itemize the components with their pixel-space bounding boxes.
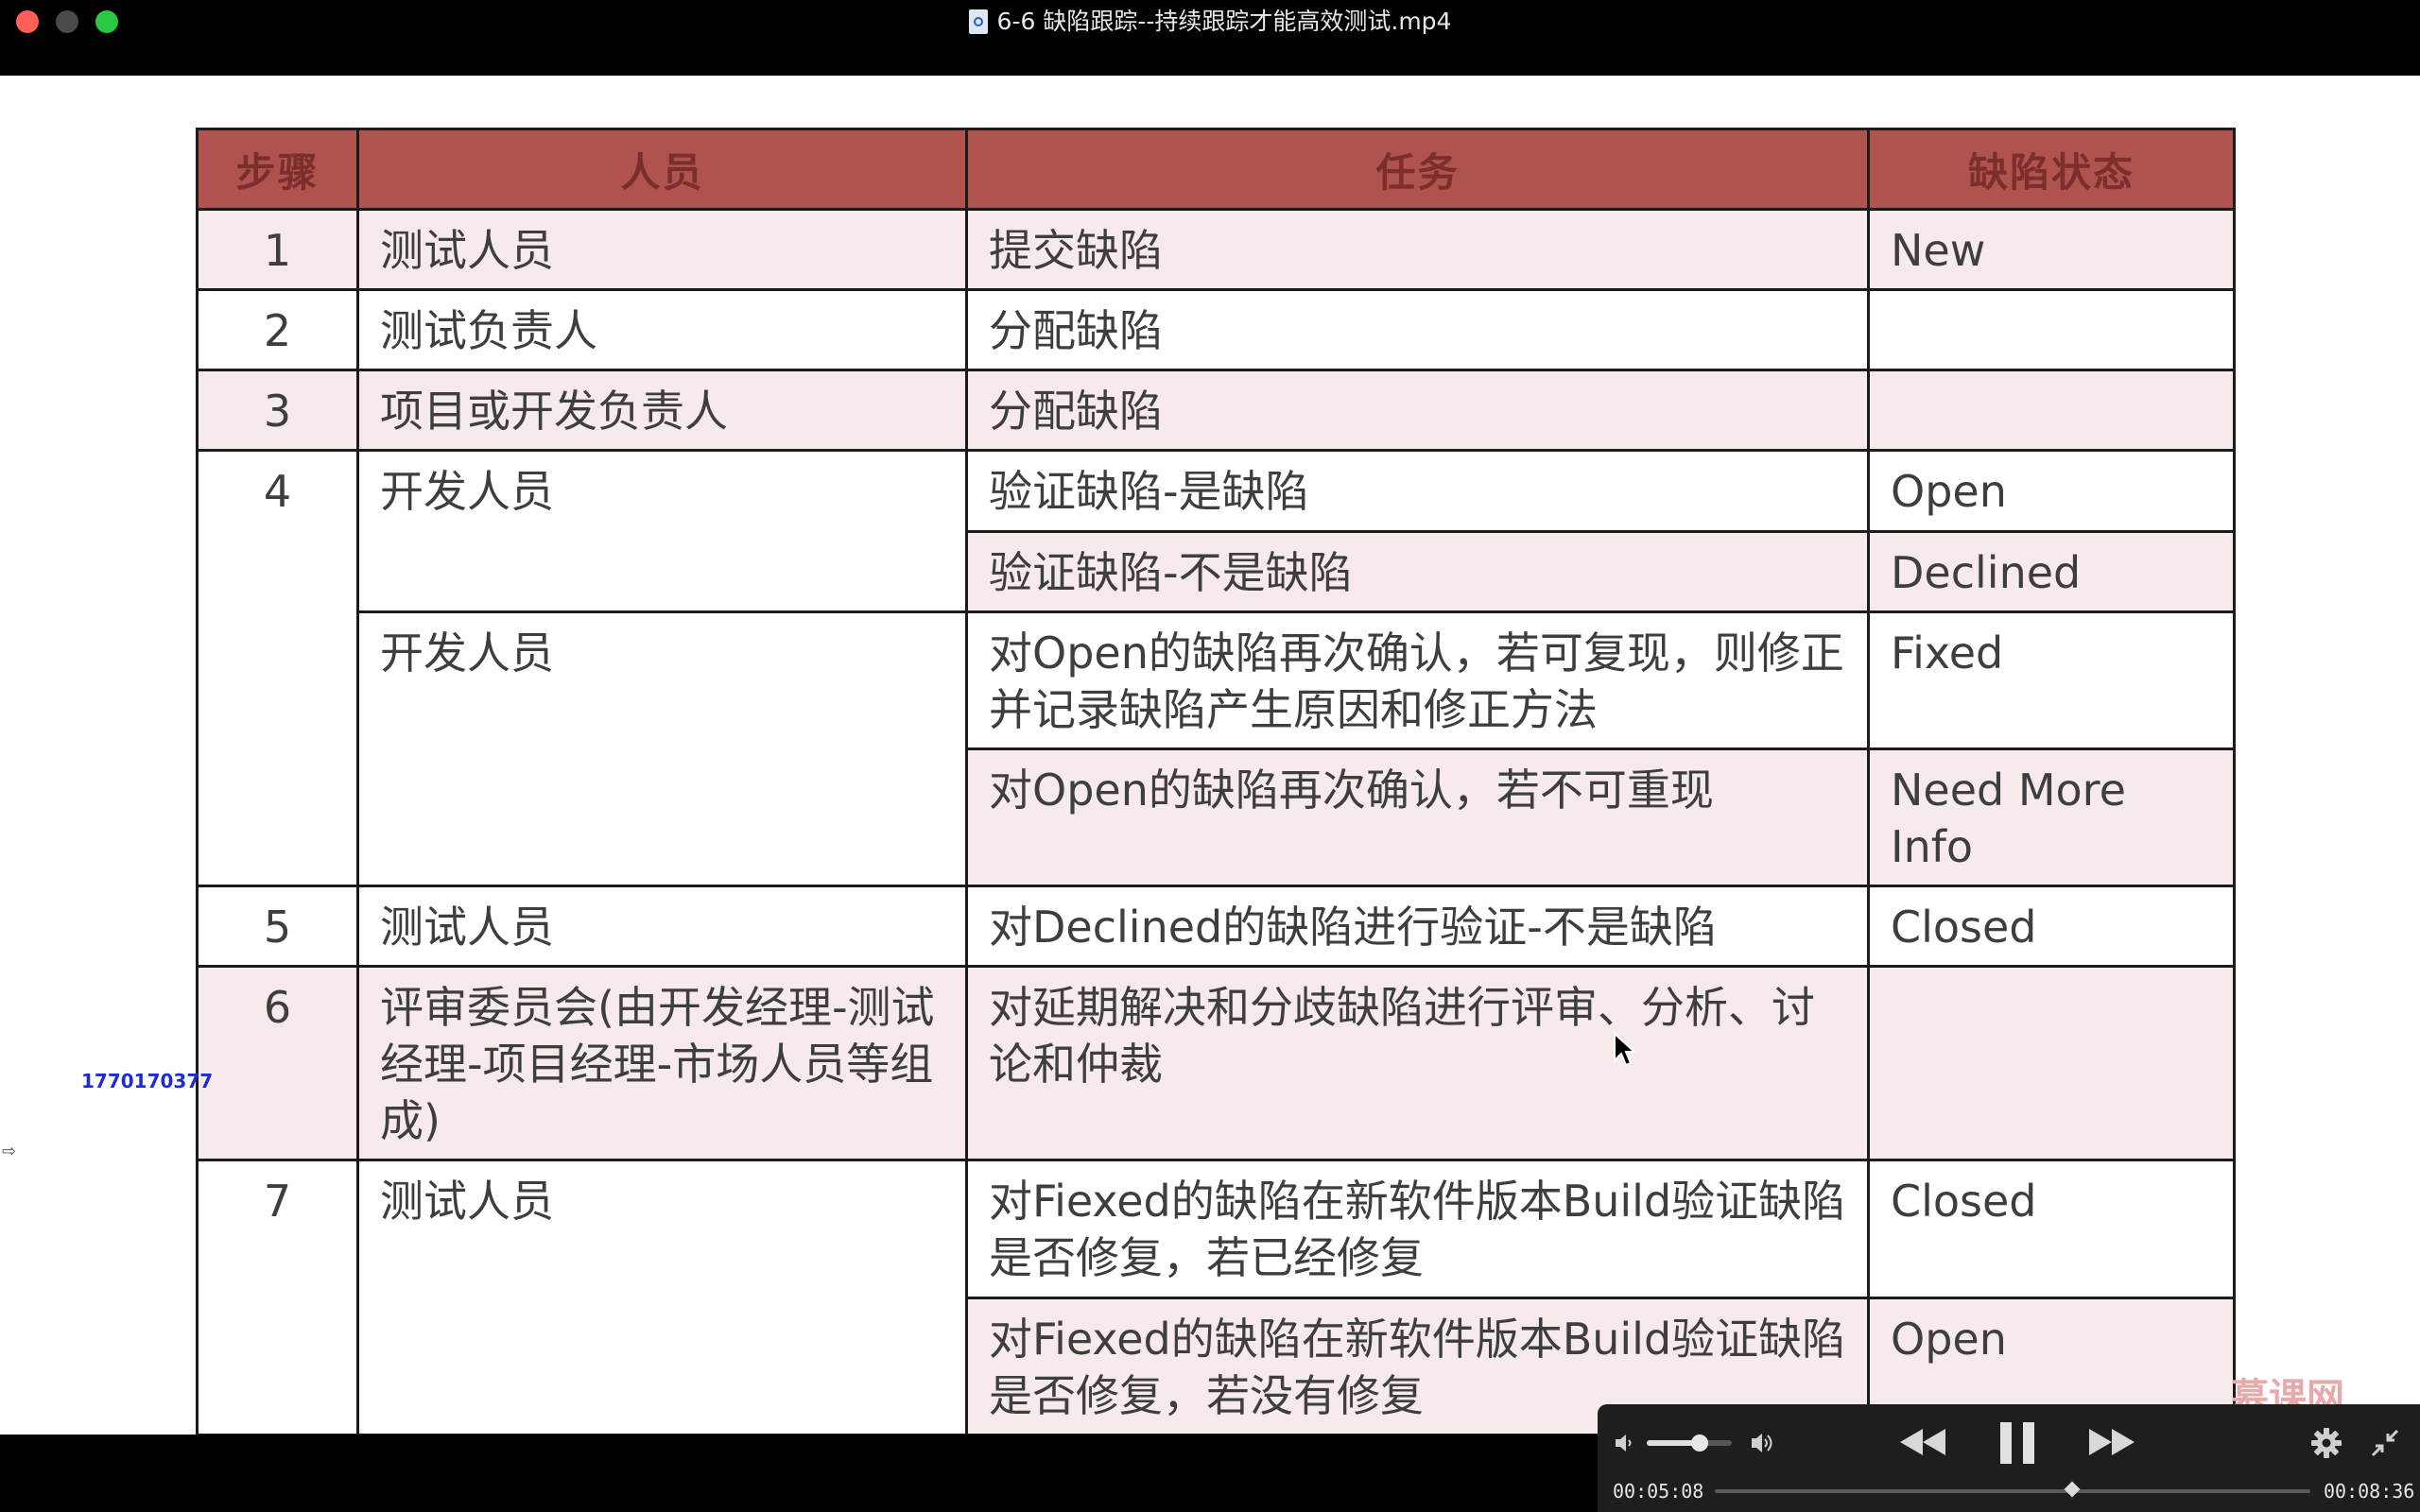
step-cell: 4 (196, 449, 359, 888)
window-title: 6-6 缺陷跟踪--持续跟踪才能高效测试.mp4 (996, 8, 1452, 35)
task-cell: 对Open的缺陷再次确认，若可复现，则修正并记录缺陷产生原因和修正方法 (965, 610, 1870, 750)
person-cell: 测试人员 (356, 1159, 968, 1435)
task-cell: 验证缺陷-不是缺陷 (965, 529, 1870, 613)
person-cell: 测试负责人 (356, 288, 968, 372)
task-cell: 提交缺陷 (965, 208, 1870, 292)
status-cell: Closed (1867, 885, 2236, 969)
speaker-high-icon[interactable] (1749, 1429, 1779, 1457)
status-cell: Fixed (1867, 610, 2236, 750)
table-row: 开发人员 对Open的缺陷再次确认，若可复现，则修正并记录缺陷产生原因和修正方法… (198, 610, 2236, 888)
task-cell: 对Declined的缺陷进行验证-不是缺陷 (965, 885, 1870, 969)
progress-bar[interactable] (1715, 1489, 2310, 1493)
status-cell: Open (1867, 449, 2236, 533)
volume-knob[interactable] (1690, 1435, 1708, 1452)
table-row: 7 测试人员 对Fiexed的缺陷在新软件版本Build验证缺陷是否修复，若已经… (196, 1159, 2236, 1435)
task-cell: 验证缺陷-是缺陷 (965, 449, 1870, 533)
status-cell (1867, 369, 2236, 453)
volume-slider[interactable] (1647, 1440, 1732, 1446)
user-id-watermark: 1770170377 (81, 1070, 214, 1092)
step-cell: 1 (196, 208, 359, 292)
step-cell: 5 (196, 885, 359, 969)
status-cell (1867, 288, 2236, 372)
task-cell: 对Open的缺陷再次确认，若不可重现 (965, 747, 1870, 888)
gear-icon[interactable] (2310, 1427, 2342, 1459)
player-controls: 00:05:08 00:08:36 (1598, 1404, 2420, 1512)
status-cell: Declined (1867, 529, 2236, 613)
video-file-icon (968, 9, 988, 34)
header-status: 缺陷状态 (1867, 127, 2236, 212)
pause-icon[interactable] (1995, 1419, 2040, 1467)
task-cell: 对延期解决和分歧缺陷进行评审、分析、讨论和仲裁 (965, 965, 1870, 1162)
progress-knob[interactable] (2064, 1481, 2081, 1498)
collapse-icon[interactable] (2369, 1427, 2401, 1459)
video-frame[interactable]: 步骤 人员 任务 缺陷状态 1 测试人员 提交缺陷 New 2 测试负责人 分配… (0, 76, 2420, 1435)
person-cell: 测试人员 (356, 885, 968, 969)
step-cell: 3 (196, 369, 359, 453)
current-time: 00:05:08 (1613, 1480, 1704, 1503)
table-row: 1 测试人员 提交缺陷 New (196, 208, 2236, 292)
task-cell: 对Fiexed的缺陷在新软件版本Build验证缺陷是否修复，若已经修复 (965, 1159, 1870, 1299)
resize-arrow-icon: ⇨ (2, 1142, 17, 1161)
status-cell: Closed (1867, 1159, 2236, 1299)
rewind-icon[interactable] (1896, 1425, 1949, 1459)
person-cell: 项目或开发负责人 (356, 369, 968, 453)
step-cell: 6 (196, 965, 359, 1162)
header-task: 任务 (965, 127, 1870, 212)
person-cell: 评审委员会(由开发经理-测试经理-项目经理-市场人员等组成) (356, 965, 968, 1162)
header-step: 步骤 (196, 127, 359, 212)
table-row: 5 测试人员 对Declined的缺陷进行验证-不是缺陷 Closed (196, 885, 2236, 969)
status-cell (1867, 965, 2236, 1162)
person-cell: 开发人员 (356, 449, 968, 613)
step-cell: 2 (196, 288, 359, 372)
window-title-area: 6-6 缺陷跟踪--持续跟踪才能高效测试.mp4 (0, 4, 2420, 40)
table-header-row: 步骤 人员 任务 缺陷状态 (196, 127, 2236, 212)
table-row: 4 开发人员 验证缺陷-是缺陷 Open (196, 449, 2236, 888)
title-bar: 6-6 缺陷跟踪--持续跟踪才能高效测试.mp4 (0, 0, 2420, 76)
speaker-low-icon[interactable] (1613, 1431, 1637, 1455)
person-cell: 测试人员 (356, 208, 968, 292)
task-cell: 分配缺陷 (965, 288, 1870, 372)
person-cell: 开发人员 (356, 610, 968, 888)
total-time: 00:08:36 (2324, 1480, 2415, 1503)
defect-tracking-table: 步骤 人员 任务 缺陷状态 1 测试人员 提交缺陷 New 2 测试负责人 分配… (196, 127, 2236, 1435)
task-cell: 分配缺陷 (965, 369, 1870, 453)
table-row: 3 项目或开发负责人 分配缺陷 (196, 369, 2236, 453)
status-cell: Need More Info (1867, 747, 2236, 888)
table-row: 2 测试负责人 分配缺陷 (196, 288, 2236, 372)
status-cell: New (1867, 208, 2236, 292)
fast-forward-icon[interactable] (2085, 1425, 2138, 1459)
step-cell: 7 (196, 1159, 359, 1435)
table-row: 6 评审委员会(由开发经理-测试经理-项目经理-市场人员等组成) 对延期解决和分… (196, 965, 2236, 1162)
header-person: 人员 (356, 127, 968, 212)
mouse-cursor-icon (1614, 1032, 1637, 1067)
